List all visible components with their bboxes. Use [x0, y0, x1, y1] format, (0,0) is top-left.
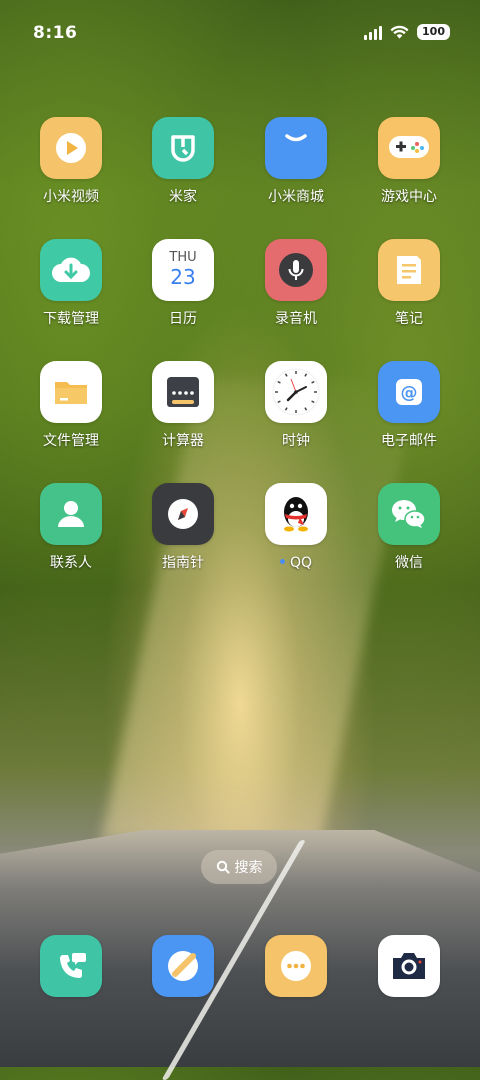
folder-icon: [40, 361, 102, 423]
status-time: 8:16: [33, 23, 78, 43]
app-email[interactable]: @ 电子邮件: [354, 361, 464, 450]
app-label: 微信: [395, 555, 423, 571]
contact-person-icon: [40, 483, 102, 545]
dock-messages[interactable]: [241, 935, 351, 997]
app-label: 时钟: [282, 433, 310, 449]
svg-text:@: @: [401, 383, 418, 403]
app-label: 联系人: [50, 555, 92, 571]
app-xiaomi-video[interactable]: 小米视频: [16, 117, 126, 206]
signal-icon: [364, 25, 383, 40]
camera-icon: [378, 935, 440, 997]
app-label: 日历: [169, 311, 197, 327]
app-download-manager[interactable]: 下载管理: [16, 239, 126, 328]
app-compass[interactable]: 指南针: [128, 483, 238, 572]
app-label: 笔记: [395, 311, 423, 327]
app-label: 电子邮件: [381, 433, 437, 449]
app-game-center[interactable]: 游戏中心: [354, 117, 464, 206]
app-xiaomi-store[interactable]: 小米商城: [241, 117, 351, 206]
clock-icon: [265, 361, 327, 423]
calendar-day: 23: [170, 265, 196, 289]
app-mijia[interactable]: 米家: [128, 117, 238, 206]
app-label: 计算器: [162, 433, 204, 449]
app-label: 小米视频: [43, 189, 99, 205]
play-video-icon: [40, 117, 102, 179]
compass-icon: [152, 483, 214, 545]
app-label: 录音机: [275, 311, 317, 327]
dock-camera[interactable]: [354, 935, 464, 997]
app-wechat[interactable]: 微信: [354, 483, 464, 572]
calendar-icon: THU 23: [152, 239, 214, 301]
app-qq[interactable]: QQ: [241, 483, 351, 572]
download-cloud-icon: [40, 239, 102, 301]
app-label: QQ: [241, 554, 351, 572]
app-label: 下载管理: [43, 311, 99, 327]
notes-icon: [378, 239, 440, 301]
app-label: 指南针: [162, 555, 204, 571]
calculator-icon: [152, 361, 214, 423]
search-icon: [216, 860, 229, 874]
wifi-icon: [390, 25, 409, 39]
app-label: 游戏中心: [381, 189, 437, 205]
status-bar: 8:16 100: [0, 0, 480, 66]
app-label-text: QQ: [289, 555, 313, 571]
app-notes[interactable]: 笔记: [354, 239, 464, 328]
qq-penguin-icon: [265, 483, 327, 545]
app-file-manager[interactable]: 文件管理: [16, 361, 126, 450]
search-label: 搜索: [234, 860, 263, 876]
phone-icon: [40, 935, 102, 997]
message-icon: [265, 935, 327, 997]
microphone-icon: [265, 239, 327, 301]
app-label: 小米商城: [268, 189, 324, 205]
shopping-bag-icon: [265, 117, 327, 179]
app-calculator[interactable]: 计算器: [128, 361, 238, 450]
wechat-icon: [378, 483, 440, 545]
app-contacts[interactable]: 联系人: [16, 483, 126, 572]
app-clock[interactable]: 时钟: [241, 361, 351, 450]
browser-icon: [152, 935, 214, 997]
dock-browser[interactable]: [128, 935, 238, 997]
new-install-dot: [279, 558, 285, 564]
app-label: 米家: [169, 189, 197, 205]
status-icons: 100: [364, 24, 450, 40]
app-calendar[interactable]: THU 23 日历: [128, 239, 238, 328]
calendar-weekday: THU: [169, 250, 197, 265]
app-label: 文件管理: [43, 433, 99, 449]
search-button[interactable]: 搜索: [201, 850, 277, 884]
app-recorder[interactable]: 录音机: [241, 239, 351, 328]
gamepad-icon: [378, 117, 440, 179]
email-at-icon: @: [378, 361, 440, 423]
dock-phone[interactable]: [16, 935, 126, 997]
battery-indicator: 100: [417, 24, 450, 40]
mijia-icon: [152, 117, 214, 179]
